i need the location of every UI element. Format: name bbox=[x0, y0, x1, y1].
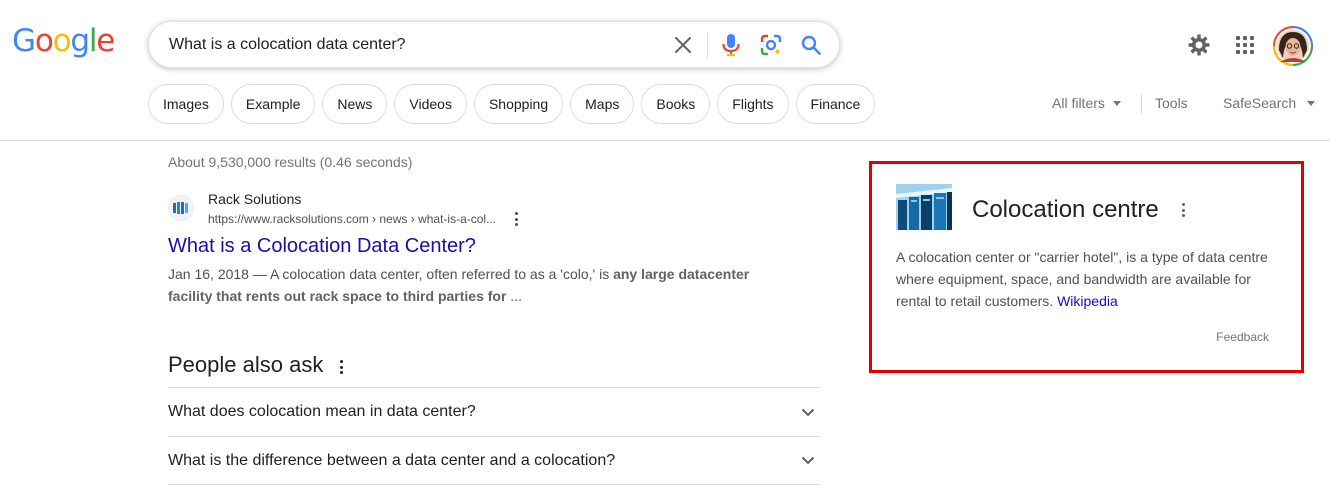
result-title-link[interactable]: What is a Colocation Data Center? bbox=[168, 235, 476, 258]
paa-question[interactable]: What does colocation mean in data center… bbox=[168, 387, 820, 436]
logo-letter: o bbox=[34, 23, 54, 59]
knowledge-panel: Colocation centre A colocation center or… bbox=[869, 161, 1304, 373]
tools-label: Tools bbox=[1155, 95, 1188, 111]
chevron-down-icon bbox=[1112, 100, 1121, 106]
chip-example[interactable]: Example bbox=[230, 84, 316, 124]
logo-letter: l bbox=[88, 23, 98, 59]
lens-icon[interactable] bbox=[759, 33, 783, 57]
logo-letter: g bbox=[70, 23, 90, 59]
paa-question[interactable]: What is the difference between a data ce… bbox=[168, 436, 820, 485]
search-icon[interactable] bbox=[799, 33, 823, 57]
apps-grid-icon[interactable] bbox=[1236, 36, 1254, 59]
microphone-icon[interactable] bbox=[719, 33, 743, 57]
search-box bbox=[148, 21, 840, 68]
result-stats: About 9,530,000 results (0.46 seconds) bbox=[168, 154, 413, 170]
result-site-name[interactable]: Rack Solutions bbox=[208, 191, 301, 207]
more-options-icon[interactable] bbox=[1180, 203, 1186, 217]
feedback-link[interactable]: Feedback bbox=[1216, 330, 1269, 344]
site-favicon[interactable] bbox=[168, 195, 194, 221]
logo-letter: G bbox=[12, 23, 36, 59]
search-divider bbox=[707, 32, 708, 59]
result-date: Jan 16, 2018 bbox=[168, 266, 249, 282]
safesearch-button[interactable]: SafeSearch bbox=[1223, 95, 1316, 111]
chip-maps[interactable]: Maps bbox=[570, 84, 635, 124]
logo-letter: o bbox=[52, 23, 72, 59]
tools-button[interactable]: Tools bbox=[1155, 95, 1188, 111]
chip-news[interactable]: News bbox=[322, 84, 388, 124]
knowledge-panel-image[interactable] bbox=[896, 184, 952, 230]
knowledge-panel-description: A colocation center or "carrier hotel", … bbox=[896, 246, 1286, 312]
safesearch-label: SafeSearch bbox=[1223, 95, 1297, 111]
chip-finance[interactable]: Finance bbox=[795, 84, 876, 124]
chip-images[interactable]: Images bbox=[148, 84, 224, 124]
chevron-down-icon bbox=[796, 400, 820, 424]
chip-videos[interactable]: Videos bbox=[394, 84, 467, 124]
more-options-icon[interactable] bbox=[510, 211, 522, 227]
paa-question-text: What is the difference between a data ce… bbox=[168, 451, 616, 469]
wikipedia-link[interactable]: Wikipedia bbox=[1057, 293, 1118, 309]
header-divider bbox=[0, 140, 1330, 141]
search-input[interactable] bbox=[169, 22, 649, 67]
more-options-icon[interactable] bbox=[338, 359, 344, 375]
chevron-down-icon bbox=[796, 449, 820, 473]
people-also-ask-heading: People also ask bbox=[168, 352, 324, 377]
logo-letter: e bbox=[96, 23, 115, 59]
chip-books[interactable]: Books bbox=[641, 84, 711, 124]
close-icon[interactable] bbox=[671, 33, 695, 57]
chevron-down-icon bbox=[1307, 100, 1316, 106]
settings-gear-icon[interactable] bbox=[1187, 33, 1211, 62]
all-filters-label: All filters bbox=[1052, 95, 1105, 111]
avatar[interactable] bbox=[1273, 26, 1313, 71]
chip-flights[interactable]: Flights bbox=[717, 84, 789, 124]
chip-shopping[interactable]: Shopping bbox=[473, 84, 564, 124]
snippet-ellipsis: ... bbox=[506, 288, 522, 304]
result-snippet: Jan 16, 2018 — A colocation data center,… bbox=[168, 263, 768, 307]
snippet-text: — A colocation data center, often referr… bbox=[248, 266, 614, 282]
paa-question-text: What does colocation mean in data center… bbox=[168, 403, 476, 420]
knowledge-panel-title: Colocation centre bbox=[972, 196, 1159, 223]
tools-divider bbox=[1141, 94, 1142, 114]
all-filters-button[interactable]: All filters bbox=[1052, 95, 1121, 111]
filter-chips: Images Example News Videos Shopping Maps… bbox=[148, 84, 876, 124]
result-url[interactable]: https://www.racksolutions.com › news › w… bbox=[208, 212, 496, 226]
google-logo[interactable]: Google bbox=[12, 23, 115, 59]
